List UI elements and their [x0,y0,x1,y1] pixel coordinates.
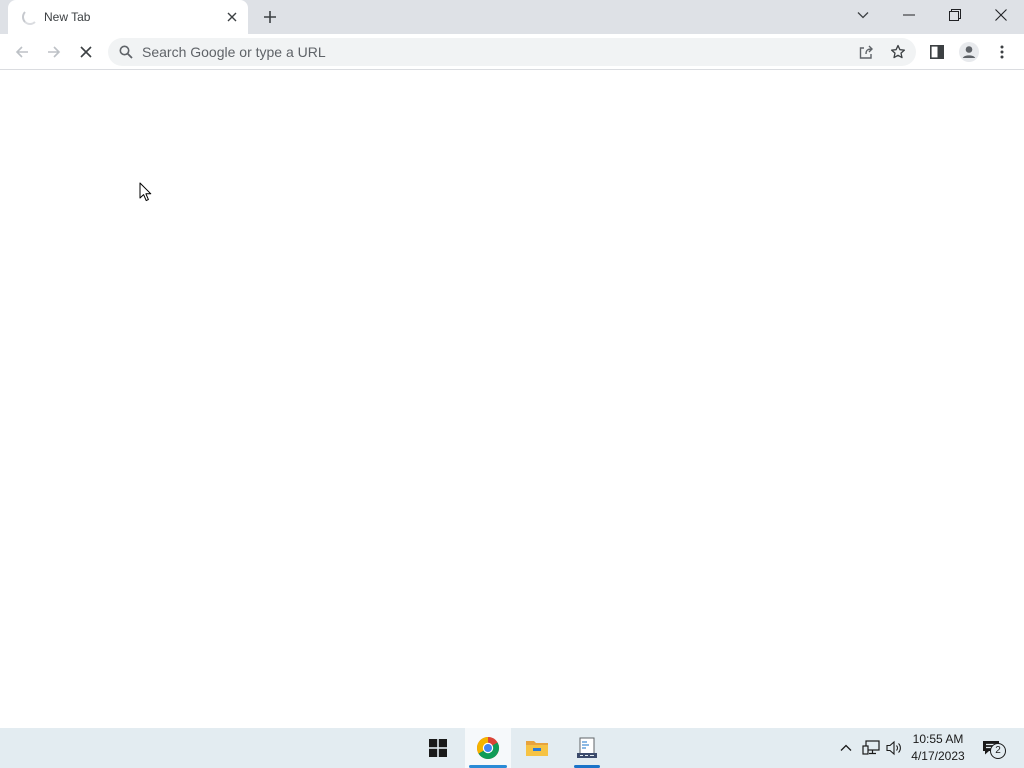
close-icon [227,12,237,22]
tab-title: New Tab [44,10,91,24]
side-panel-button[interactable] [923,38,951,66]
minimize-icon [903,14,915,16]
restore-icon [949,9,961,21]
chevron-up-icon [840,744,852,751]
volume-button[interactable] [884,738,904,758]
notification-count-badge: 2 [990,743,1006,759]
spinner-icon [22,9,38,25]
tab-strip: New Tab [0,0,1024,34]
start-button[interactable] [415,728,461,768]
clock-date: 4/17/2023 [911,749,965,763]
profile-icon [959,42,979,62]
share-icon [859,45,873,59]
chrome-icon [477,737,499,759]
side-panel-icon [930,45,944,59]
bookmark-button[interactable] [888,42,908,62]
clock-time: 10:55 AM [912,732,964,746]
close-icon [80,46,92,58]
omnibox[interactable] [108,38,916,66]
taskbar-app-notepad[interactable] [564,728,610,768]
windows-start-icon [429,739,447,757]
minimize-button[interactable] [886,0,932,30]
arrow-left-icon [15,46,28,58]
notepad-icon [577,737,597,758]
address-input[interactable] [140,38,840,66]
back-button[interactable] [8,38,36,66]
plus-icon [264,11,276,23]
restore-button[interactable] [932,0,978,30]
taskbar-app-chrome[interactable] [465,728,511,768]
stop-loading-button[interactable] [72,38,100,66]
page-content [0,71,1024,728]
browser-menu-button[interactable] [988,38,1016,66]
new-tab-button[interactable] [258,5,282,29]
chevron-down-icon [857,12,869,19]
taskbar-app-file-explorer[interactable] [514,728,560,768]
browser-toolbar [0,34,1024,70]
share-button[interactable] [856,42,876,62]
forward-button[interactable] [40,38,68,66]
folder-icon [526,741,548,756]
network-icon [862,740,880,755]
mouse-cursor-icon [139,182,152,202]
more-vertical-icon [1000,45,1004,59]
close-icon [995,9,1007,21]
clock[interactable]: 10:55 AM 4/17/2023 [906,731,970,765]
taskbar: 10:55 AM 4/17/2023 2 [0,728,1024,768]
tab-close-button[interactable] [222,7,242,27]
tab-search-button[interactable] [840,0,886,30]
volume-icon [886,740,901,756]
search-icon [118,44,134,60]
close-window-button[interactable] [978,0,1024,30]
tray-overflow-button[interactable] [836,738,856,758]
network-button[interactable] [861,738,881,758]
arrow-right-icon [48,46,61,58]
tab-new-tab[interactable]: New Tab [8,0,248,34]
star-icon [890,44,906,59]
profile-button[interactable] [955,38,983,66]
